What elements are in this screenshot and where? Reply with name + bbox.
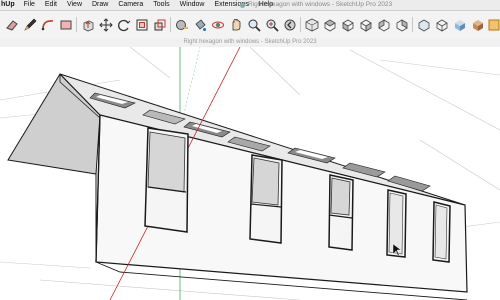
viewport-title: Right hexagon with windows - SketchUp Pr…	[0, 38, 500, 47]
app-menu[interactable]: hUp	[0, 0, 19, 10]
document-icon	[240, 2, 245, 8]
window-2[interactable]	[249, 154, 283, 244]
orbit-icon[interactable]	[210, 17, 225, 32]
pan-icon[interactable]	[228, 17, 243, 32]
pushpull-icon[interactable]	[80, 17, 95, 32]
section-icon[interactable]	[486, 17, 500, 32]
tape-measure-icon[interactable]	[174, 17, 189, 32]
xray-icon[interactable]	[416, 17, 431, 32]
zoom-extents-icon[interactable]	[264, 17, 279, 32]
pencil-icon[interactable]	[22, 17, 37, 32]
window-3[interactable]	[328, 174, 354, 251]
main-toolbar	[0, 11, 500, 39]
toolbar-separator	[76, 17, 77, 32]
arc-icon[interactable]	[40, 17, 55, 32]
paint-bucket-icon[interactable]	[192, 17, 207, 32]
window-5[interactable]	[432, 201, 451, 263]
window-title: Right hexagon with windows - SketchUp Pr…	[240, 0, 392, 10]
rectangle-icon[interactable]	[58, 17, 73, 32]
model-canvas[interactable]	[0, 47, 500, 300]
offset-icon[interactable]	[134, 17, 149, 32]
model-viewport[interactable]	[0, 47, 500, 300]
top-view-icon[interactable]	[322, 17, 337, 32]
toolbar-separator	[170, 17, 171, 32]
menu-file[interactable]: File	[19, 0, 40, 10]
menu-tools[interactable]: Tools	[148, 0, 174, 10]
textured-icon[interactable]	[470, 17, 485, 32]
window-title-text: Right hexagon with windows - SketchUp Pr…	[248, 1, 393, 8]
window-1[interactable]	[144, 127, 189, 233]
menu-draw[interactable]: Draw	[87, 0, 113, 10]
toolbar-separator	[412, 17, 413, 32]
rotate-icon[interactable]	[116, 17, 131, 32]
left-view-icon[interactable]	[394, 17, 409, 32]
back-view-icon[interactable]	[376, 17, 391, 32]
menu-view[interactable]: View	[62, 0, 87, 10]
right-view-icon[interactable]	[358, 17, 373, 32]
menu-window[interactable]: Window	[175, 0, 210, 10]
zoom-icon[interactable]	[246, 17, 261, 32]
menu-bar: hUp File Edit View Draw Camera Tools Win…	[0, 0, 500, 11]
menu-camera[interactable]: Camera	[113, 0, 148, 10]
move-icon[interactable]	[98, 17, 113, 32]
previous-view-icon[interactable]	[282, 17, 297, 32]
menu-edit[interactable]: Edit	[40, 0, 62, 10]
eraser-icon[interactable]	[4, 17, 19, 32]
scale-icon[interactable]	[152, 17, 167, 32]
front-view-icon[interactable]	[340, 17, 355, 32]
shaded-icon[interactable]	[452, 17, 467, 32]
toolbar-separator	[300, 17, 301, 32]
iso-view-icon[interactable]	[304, 17, 319, 32]
wireframe-icon[interactable]	[434, 17, 449, 32]
